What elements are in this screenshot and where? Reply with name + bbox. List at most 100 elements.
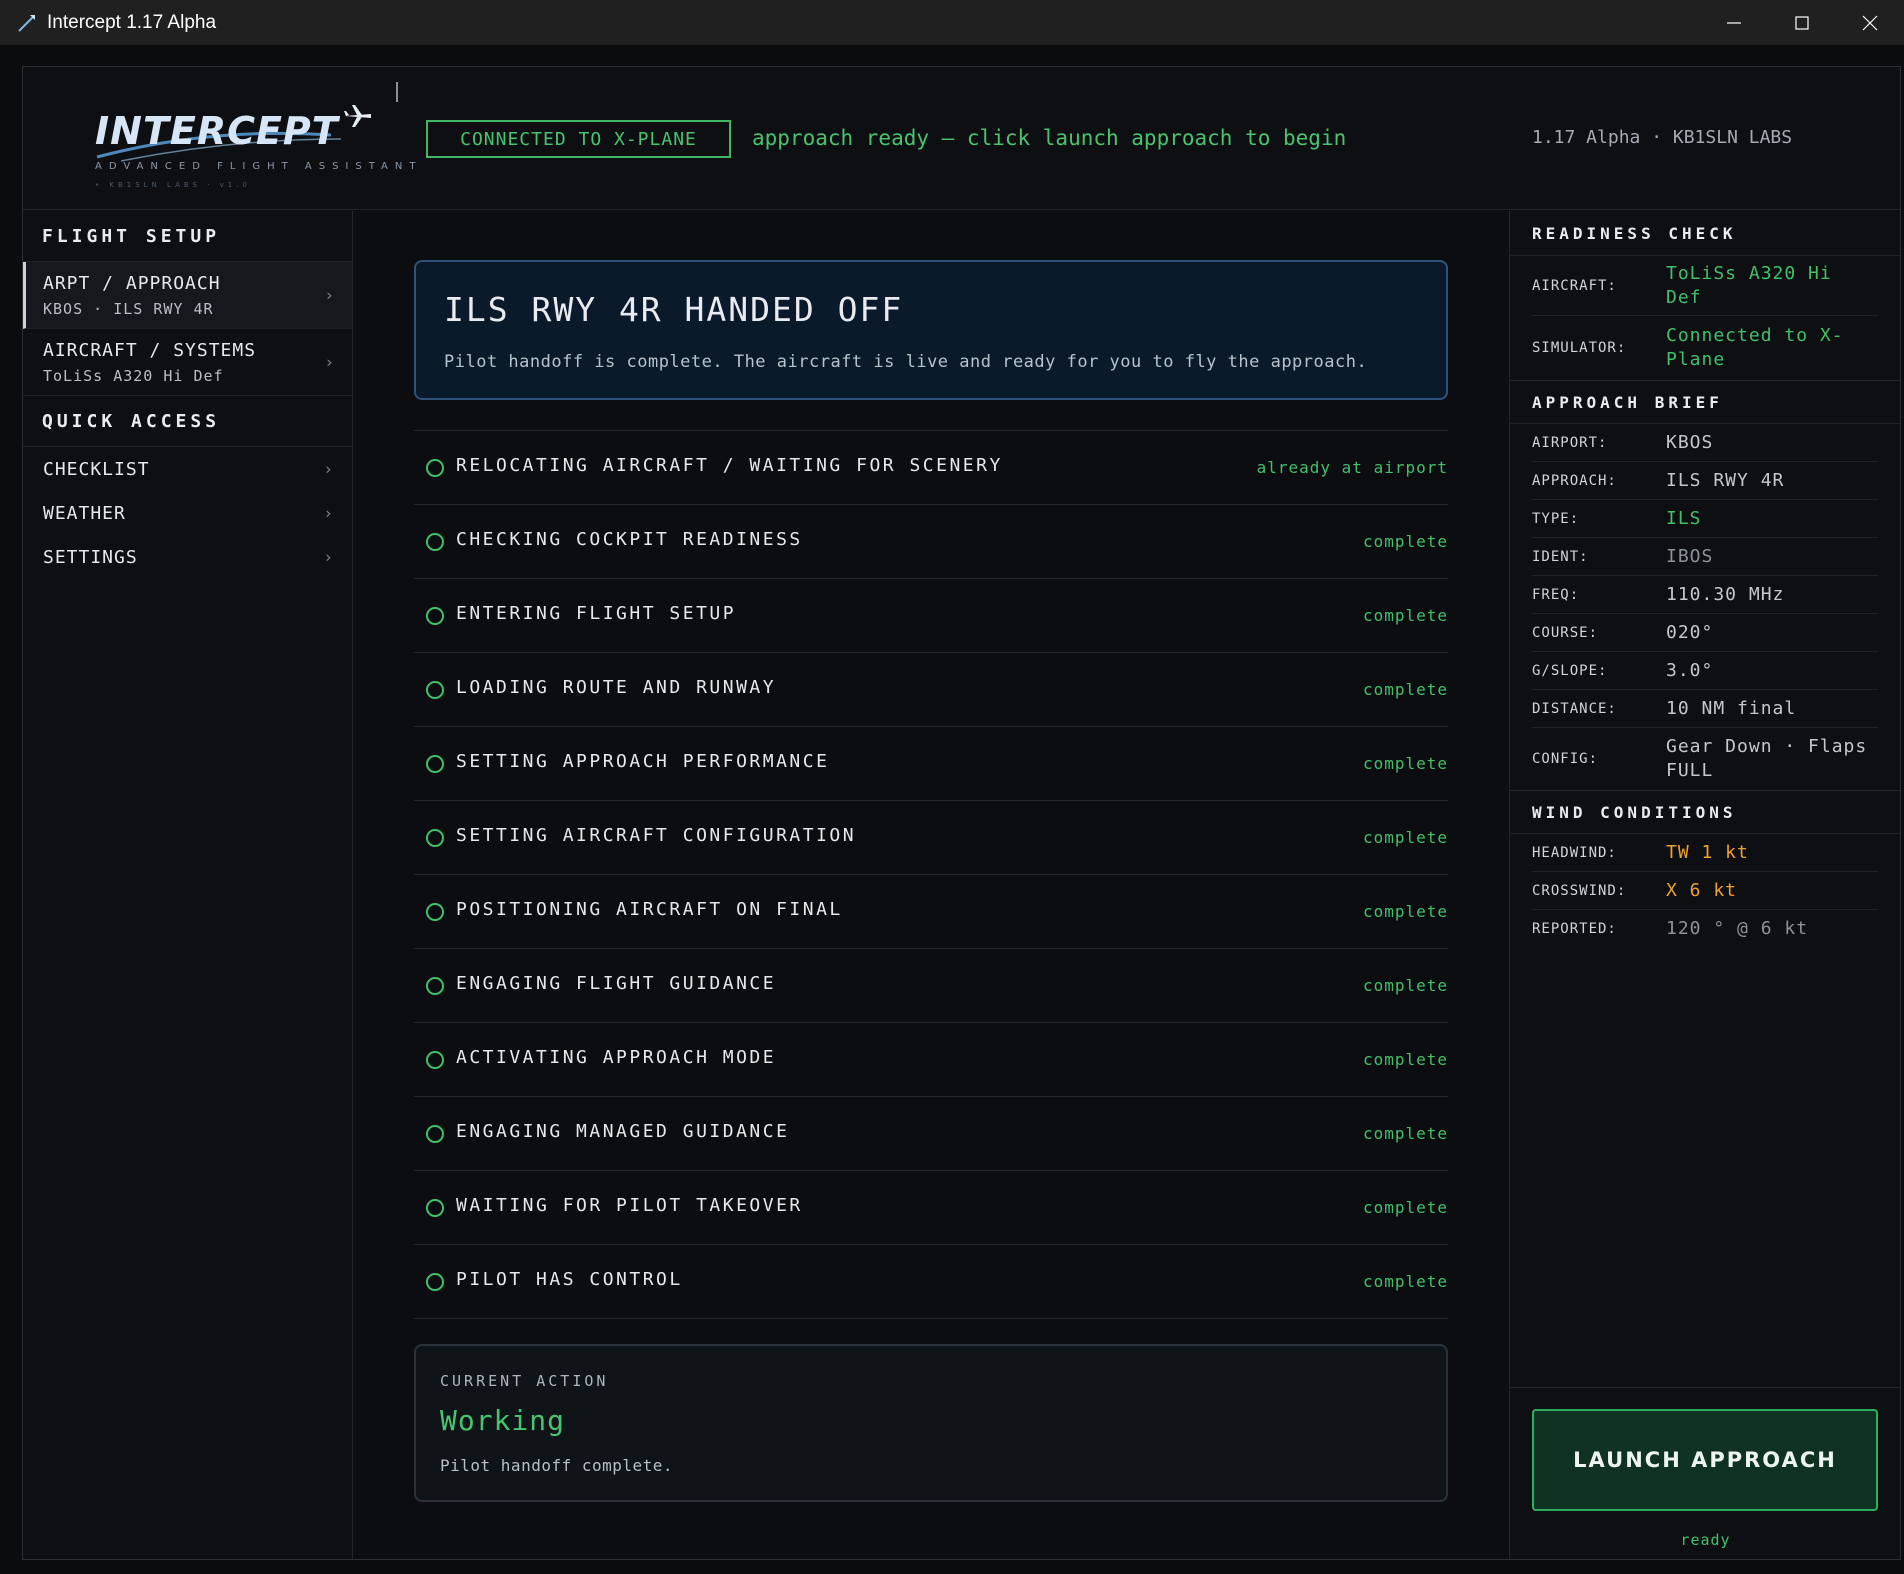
flight-setup-heading: FLIGHT SETUP	[23, 211, 352, 262]
current-action-heading: CURRENT ACTION	[440, 1372, 609, 1390]
logo-subtag: • KB1SLN LABS · v1.0	[95, 181, 251, 189]
wind-row: CROSSWIND: X 6 kt	[1532, 872, 1878, 910]
wind-row: HEADWIND: TW 1 kt	[1532, 834, 1878, 872]
step-label: SETTING APPROACH PERFORMANCE	[456, 751, 830, 772]
brief-value: 3.0°	[1666, 659, 1714, 681]
step-status-icon	[426, 1199, 444, 1217]
banner-subtitle: Pilot handoff is complete. The aircraft …	[444, 352, 1368, 372]
chevron-right-icon: ›	[324, 285, 334, 305]
step-label: LOADING ROUTE AND RUNWAY	[456, 677, 777, 698]
step-status-icon	[426, 607, 444, 625]
readiness-key: AIRCRAFT:	[1532, 277, 1617, 294]
step-status: complete	[1362, 976, 1448, 995]
minimize-icon	[1727, 21, 1741, 24]
window-title: Intercept 1.17 Alpha	[47, 11, 217, 33]
step-status: complete	[1362, 532, 1448, 551]
chevron-right-icon: ›	[323, 459, 334, 479]
sidebar-item-sublabel: KBOS · ILS RWY 4R	[43, 299, 214, 318]
maximize-button[interactable]	[1768, 0, 1836, 45]
quick-access-heading: QUICK ACCESS	[23, 396, 352, 447]
step-row: ENGAGING MANAGED GUIDANCE complete	[414, 1097, 1448, 1171]
launch-divider	[1510, 1387, 1901, 1388]
sidebar-item-weather[interactable]: WEATHER ›	[23, 491, 352, 535]
minimize-button[interactable]	[1700, 0, 1768, 45]
wind-row: REPORTED: 120 ° @ 6 kt	[1532, 910, 1878, 948]
step-row: ENTERING FLIGHT SETUP complete	[414, 579, 1448, 653]
left-sidebar: FLIGHT SETUP ARPT / APPROACH KBOS · ILS …	[23, 211, 353, 1559]
brief-key: IDENT:	[1532, 548, 1589, 565]
step-status: complete	[1362, 1124, 1448, 1143]
readiness-row-simulator: SIMULATOR: Connected to X-Plane	[1532, 316, 1878, 380]
launch-approach-button[interactable]: LAUNCH APPROACH	[1532, 1409, 1878, 1511]
header-status-message: approach ready — click launch approach t…	[752, 126, 1347, 150]
step-status-icon	[426, 459, 444, 477]
sidebar-item-aircraft-systems[interactable]: AIRCRAFT / SYSTEMS ToLiSs A320 Hi Def ›	[23, 329, 352, 396]
step-label: ENGAGING MANAGED GUIDANCE	[456, 1121, 790, 1142]
step-status: complete	[1362, 902, 1448, 921]
readiness-value: ToLiSs A320 Hi Def	[1666, 262, 1832, 308]
sidebar-item-settings[interactable]: SETTINGS ›	[23, 535, 352, 579]
sidebar-item-label: CHECKLIST	[43, 458, 150, 480]
approach-brief-heading: APPROACH BRIEF	[1510, 380, 1900, 424]
step-status-icon	[426, 533, 444, 551]
step-status: complete	[1362, 1050, 1448, 1069]
step-status-icon	[426, 903, 444, 921]
chevron-right-icon: ›	[323, 547, 334, 567]
brief-row: DISTANCE: 10 NM final	[1532, 690, 1878, 728]
brief-key: AIRPORT:	[1532, 434, 1608, 451]
launch-status: ready	[1680, 1531, 1731, 1549]
banner-title: ILS RWY 4R HANDED OFF	[444, 290, 904, 329]
step-status-icon	[426, 977, 444, 995]
step-status: complete	[1362, 754, 1448, 773]
wind-value: 120 ° @ 6 kt	[1666, 918, 1809, 939]
main-content: ILS RWY 4R HANDED OFF Pilot handoff is c…	[354, 211, 1508, 1559]
step-status-icon	[426, 1051, 444, 1069]
current-action-detail: Pilot handoff complete.	[440, 1456, 674, 1475]
step-status: complete	[1362, 606, 1448, 625]
app-icon	[18, 14, 35, 32]
logo-tagline: ADVANCED FLIGHT ASSISTANT	[95, 161, 423, 172]
brief-row: TYPE: ILS	[1532, 500, 1878, 538]
step-status: complete	[1362, 1198, 1448, 1217]
text-cursor	[396, 82, 398, 102]
brief-row: IDENT: IBOS	[1532, 538, 1878, 576]
step-status-icon	[426, 755, 444, 773]
brief-row: CONFIG: Gear Down · Flaps FULL	[1532, 728, 1878, 790]
brief-key: APPROACH:	[1532, 472, 1617, 489]
step-status: complete	[1362, 828, 1448, 847]
step-row: SETTING APPROACH PERFORMANCE complete	[414, 727, 1448, 801]
sidebar-item-label: WEATHER	[43, 502, 126, 524]
sidebar-item-sublabel: ToLiSs A320 Hi Def	[43, 366, 224, 385]
readiness-value: Connected to X-Plane	[1666, 325, 1844, 370]
brief-value: Gear Down · Flaps FULL	[1666, 736, 1868, 781]
brief-value: 10 NM final	[1666, 697, 1797, 719]
step-label: ACTIVATING APPROACH MODE	[456, 1047, 777, 1068]
wind-value: TW 1 kt	[1666, 841, 1749, 863]
handoff-banner: ILS RWY 4R HANDED OFF Pilot handoff is c…	[414, 260, 1448, 400]
version-label: 1.17 Alpha · KB1SLN LABS	[1532, 127, 1793, 148]
brief-value: 110.30 MHz	[1666, 583, 1785, 605]
wind-value: X 6 kt	[1666, 879, 1738, 901]
brief-row: FREQ: 110.30 MHz	[1532, 576, 1878, 614]
step-row: WAITING FOR PILOT TAKEOVER complete	[414, 1171, 1448, 1245]
brief-row: AIRPORT: KBOS	[1532, 424, 1878, 462]
close-button[interactable]	[1836, 0, 1904, 45]
brief-value: ILS	[1666, 507, 1702, 529]
readiness-row-aircraft: AIRCRAFT: ToLiSs A320 Hi Def	[1532, 256, 1878, 316]
readiness-key: SIMULATOR:	[1532, 340, 1627, 356]
chevron-right-icon: ›	[323, 503, 334, 523]
brief-key: CONFIG:	[1532, 751, 1599, 767]
step-status: complete	[1362, 1272, 1448, 1291]
sidebar-item-checklist[interactable]: CHECKLIST ›	[23, 447, 352, 491]
window-titlebar: Intercept 1.17 Alpha	[0, 0, 1904, 45]
brief-row: APPROACH: ILS RWY 4R	[1532, 462, 1878, 500]
sidebar-item-arpt-approach[interactable]: ARPT / APPROACH KBOS · ILS RWY 4R ›	[23, 262, 352, 329]
logo-wordmark: INTERCEPT	[95, 109, 339, 153]
sidebar-item-label: AIRCRAFT / SYSTEMS	[43, 339, 257, 361]
brief-value: IBOS	[1666, 545, 1714, 567]
step-row: SETTING AIRCRAFT CONFIGURATION complete	[414, 801, 1448, 875]
step-label: RELOCATING AIRCRAFT / WAITING FOR SCENER…	[456, 455, 1003, 476]
brief-key: TYPE:	[1532, 510, 1580, 527]
step-label: PILOT HAS CONTROL	[456, 1269, 683, 1290]
step-row: CHECKING COCKPIT READINESS complete	[414, 505, 1448, 579]
